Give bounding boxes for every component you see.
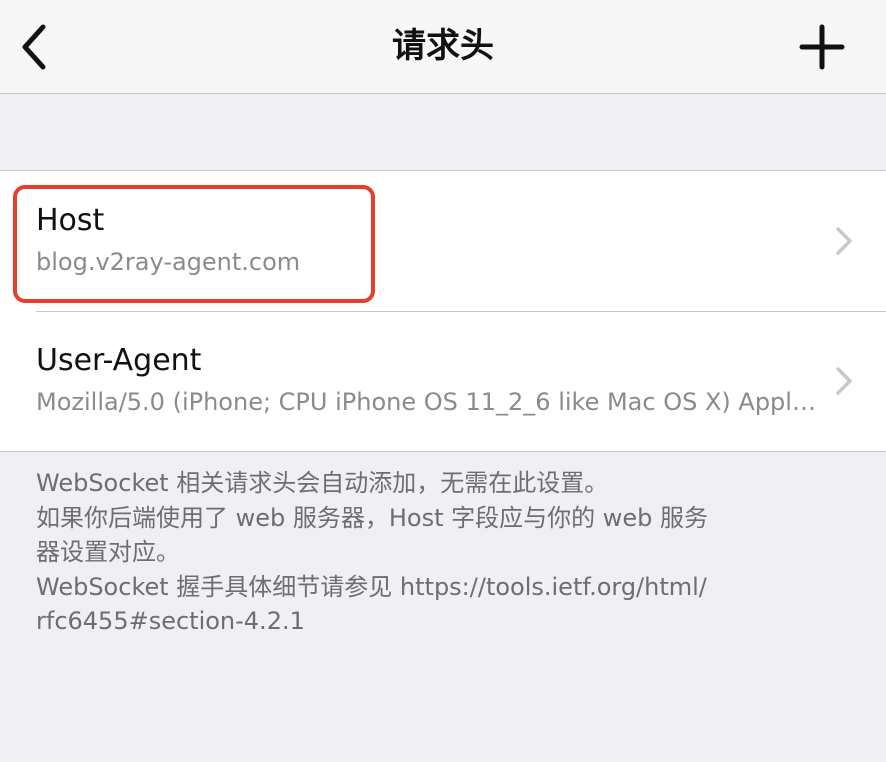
header-value: blog.v2ray-agent.com [36, 248, 301, 276]
header-value: Mozilla/5.0 (iPhone; CPU iPhone OS 11_2_… [36, 388, 816, 416]
back-button[interactable] [10, 18, 58, 76]
footer-note: WebSocket 相关请求头会自动添加，无需在此设置。 如果你后端使用了 we… [36, 466, 836, 639]
navigation-bar: 请求头 [0, 0, 886, 94]
footer-note-line: rfc6455#section-4.2.1 [36, 607, 305, 635]
header-row-host[interactable]: Host blog.v2ray-agent.com [0, 171, 886, 311]
add-header-button[interactable] [792, 18, 852, 76]
header-row-user-agent[interactable]: User-Agent Mozilla/5.0 (iPhone; CPU iPho… [0, 311, 886, 451]
plus-icon [799, 24, 845, 70]
chevron-left-icon [22, 24, 46, 70]
footer-note-line: WebSocket 握手具体细节请参见 https://tools.ietf.o… [36, 572, 707, 601]
header-list: Host blog.v2ray-agent.com User-Agent Moz… [0, 170, 886, 452]
page-title: 请求头 [392, 26, 494, 66]
footer-note-line: 如果你后端使用了 web 服务器，Host 字段应与你的 web 服务 [36, 503, 709, 532]
header-name: Host [36, 203, 105, 238]
header-name: User-Agent [36, 343, 202, 378]
footer-note-line: 器设置对应。 [36, 538, 180, 566]
chevron-right-icon [836, 367, 852, 395]
chevron-right-icon [836, 227, 852, 255]
footer-note-line: WebSocket 相关请求头会自动添加，无需在此设置。 [36, 469, 609, 497]
